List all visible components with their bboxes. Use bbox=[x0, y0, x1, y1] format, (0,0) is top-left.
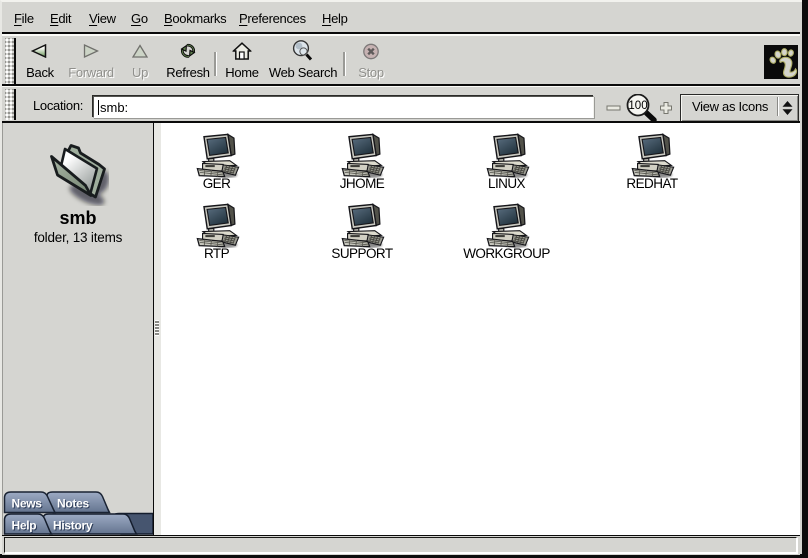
svg-text:Notes: Notes bbox=[57, 497, 89, 511]
svg-text:100: 100 bbox=[628, 100, 647, 112]
svg-text:Help: Help bbox=[12, 519, 37, 533]
svg-text:History: History bbox=[53, 519, 93, 533]
svg-text:News: News bbox=[12, 497, 43, 511]
